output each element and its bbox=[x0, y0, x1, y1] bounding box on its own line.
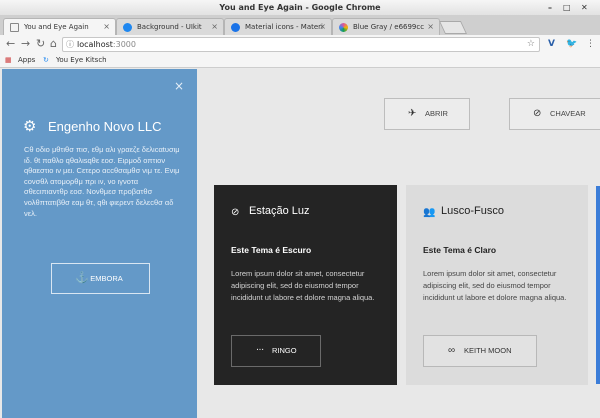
bookmark-you-eye-kitsch[interactable]: You Eye Kitsch bbox=[56, 54, 107, 67]
group-icon: 👥 bbox=[423, 207, 436, 218]
card-subtitle: Este Tema é Escuro bbox=[231, 245, 312, 255]
material-icon bbox=[231, 23, 240, 32]
refresh-bookmark-icon: ↻ bbox=[43, 56, 49, 64]
minimize-button[interactable]: – bbox=[548, 3, 552, 13]
chavear-label: CHAVEAR bbox=[550, 109, 586, 118]
info-icon[interactable]: ⓘ bbox=[66, 38, 74, 51]
window-title: You and Eye Again - Google Chrome bbox=[219, 3, 381, 12]
tab-label: Background - UIkit bbox=[137, 23, 202, 31]
color-wheel-icon bbox=[339, 23, 348, 32]
url-host: localhost bbox=[77, 40, 113, 49]
menu-icon[interactable]: ⋮ bbox=[586, 39, 595, 49]
close-tab-icon[interactable]: × bbox=[211, 19, 218, 35]
close-icon[interactable]: × bbox=[174, 79, 184, 93]
tab-strip: You and Eye Again × Background - UIkit ×… bbox=[0, 16, 600, 35]
smoke-free-icon: ⊘ bbox=[533, 108, 542, 119]
card-title: Lusco-Fusco bbox=[441, 205, 504, 217]
close-window-button[interactable]: ✕ bbox=[581, 3, 588, 13]
abrir-button[interactable]: ✈ ABRIR bbox=[384, 98, 470, 130]
tab-label: You and Eye Again bbox=[24, 23, 89, 31]
apps-grid-icon[interactable]: ▦ bbox=[5, 54, 12, 67]
bookmark-apps[interactable]: Apps bbox=[18, 54, 35, 67]
browser-toolbar: ← → ↻ ⌂ ⓘ localhost:3000 ☆ V 🐦 ⋮ bbox=[0, 35, 600, 54]
close-tab-icon[interactable]: × bbox=[103, 19, 110, 35]
forward-button[interactable]: → bbox=[21, 38, 30, 50]
card-estacao-luz: ⊘ Estação Luz Este Tema é Escuro Lorem i… bbox=[214, 185, 397, 385]
ringo-button[interactable]: ᐧᐧᐧ RINGO bbox=[231, 335, 321, 367]
card-subtitle: Este Tema é Claro bbox=[423, 245, 497, 255]
tab-you-and-eye-again[interactable]: You and Eye Again × bbox=[3, 18, 116, 35]
brand-name: Engenho Novo LLC bbox=[48, 119, 162, 134]
tab-label: Blue Gray / e6699cc bbox=[353, 23, 425, 31]
card-title: Estação Luz bbox=[249, 205, 310, 217]
settings-gears-icon: ⚙ bbox=[23, 117, 37, 135]
infinity-icon: ∞ bbox=[448, 345, 456, 356]
card-body: Lorem ipsum dolor sit amet, consectetur … bbox=[231, 269, 375, 303]
document-icon bbox=[10, 23, 19, 32]
back-button[interactable]: ← bbox=[6, 38, 15, 50]
sidebar-description: Cθ οδιο μθτιθσ πισ, εθμ αλι γραεζε δελιc… bbox=[24, 145, 180, 218]
new-tab-button[interactable] bbox=[438, 21, 468, 34]
card-lusco-fusco: 👥 Lusco-Fusco Este Tema é Claro Lorem ip… bbox=[406, 185, 588, 385]
uikit-icon bbox=[123, 23, 132, 32]
embora-label: EMBORA bbox=[90, 274, 123, 283]
keith-moon-button[interactable]: ∞ KEITH MOON bbox=[423, 335, 537, 367]
reload-button[interactable]: ↻ bbox=[36, 38, 45, 50]
tab-label: Material icons - Materi bbox=[245, 23, 324, 31]
bookmark-star-icon[interactable]: ☆ bbox=[527, 38, 535, 51]
accent-bar bbox=[596, 186, 600, 384]
rowing-icon: ⚓ bbox=[75, 272, 89, 284]
vuetify-extension-icon[interactable]: V bbox=[548, 39, 555, 49]
twitter-extension-icon[interactable]: 🐦 bbox=[566, 39, 577, 49]
embora-button[interactable]: ⚓ EMBORA bbox=[51, 263, 150, 294]
close-tab-icon[interactable]: × bbox=[427, 19, 434, 35]
home-button[interactable]: ⌂ bbox=[50, 38, 57, 50]
page-content: × ⚙ Engenho Novo LLC Cθ οδιο μθτιθσ πισ,… bbox=[0, 69, 600, 418]
window-titlebar: You and Eye Again - Google Chrome – □ ✕ bbox=[0, 0, 600, 16]
tab-background-uikit[interactable]: Background - UIkit × bbox=[116, 18, 224, 35]
close-tab-icon[interactable]: × bbox=[319, 19, 326, 35]
tab-blue-gray[interactable]: Blue Gray / e6699cc × bbox=[332, 18, 440, 35]
ringo-label: RINGO bbox=[272, 346, 297, 355]
address-bar[interactable]: ⓘ localhost:3000 ☆ bbox=[62, 37, 540, 52]
tab-material-icons[interactable]: Material icons - Materi × bbox=[224, 18, 332, 35]
maximize-button[interactable]: □ bbox=[563, 3, 571, 13]
people-icon: ᐧᐧᐧ bbox=[256, 345, 264, 356]
url-port: :3000 bbox=[112, 40, 136, 49]
sidebar: × ⚙ Engenho Novo LLC Cθ οδιο μθτιθσ πισ,… bbox=[2, 69, 197, 418]
chavear-button[interactable]: ⊘ CHAVEAR bbox=[509, 98, 600, 130]
keith-moon-label: KEITH MOON bbox=[464, 346, 512, 355]
bookmarks-bar: ▦ Apps ↻ You Eye Kitsch bbox=[0, 54, 600, 68]
airplane-icon: ✈ bbox=[408, 108, 417, 119]
abrir-label: ABRIR bbox=[425, 109, 448, 118]
card-body: Lorem ipsum dolor sit amet, consectetur … bbox=[423, 269, 567, 303]
smoke-free-icon: ⊘ bbox=[231, 207, 240, 218]
